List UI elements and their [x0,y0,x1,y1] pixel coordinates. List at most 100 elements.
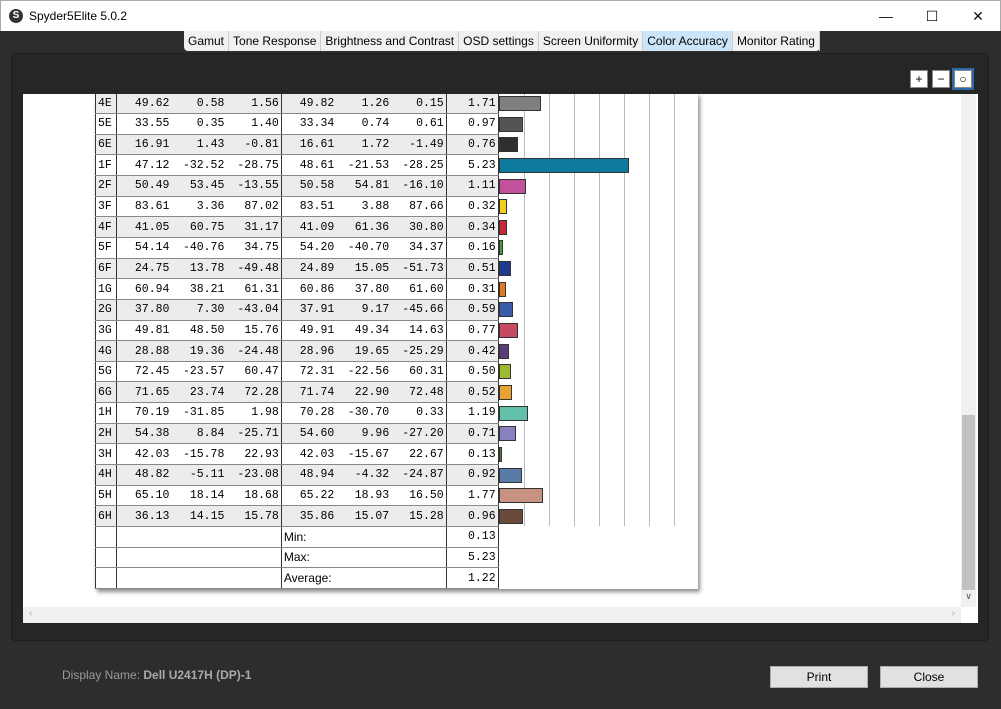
gridline [623,196,625,217]
delta-e: 1.19 [446,402,499,424]
patch-id: 2F [95,175,117,197]
horizontal-scrollbar[interactable]: ‹ › [23,607,961,623]
zoom-fit-icon[interactable]: ○ [952,68,974,90]
tab-gamut[interactable]: Gamut [184,31,230,51]
gridline [573,299,575,321]
measured-L: 83.51 [281,196,337,218]
gridline [623,216,625,238]
tab-brightness-and-contrast[interactable]: Brightness and Contrast [321,31,460,51]
measured-L: 65.22 [281,485,337,507]
print-button[interactable]: Print [770,666,868,688]
measured-b: 0.33 [391,402,447,424]
table-row: 1F 47.12 -32.52 -28.75 48.61 -21.53 -28.25 5.23 [95,154,698,177]
gridline [673,505,675,527]
tab-color-accuracy[interactable]: Color Accuracy [643,31,733,51]
summary-label: Min: [281,526,447,548]
measured-b: 0.15 [391,94,447,115]
minimize-button[interactable]: — [863,1,909,32]
measured-L: 24.89 [281,258,337,280]
gridline [673,443,675,465]
tab-tone-response[interactable]: Tone Response [229,31,322,51]
delta-e: 0.52 [446,381,499,404]
delta-e: 1.11 [446,175,499,197]
gridline [523,299,525,321]
de-bar [498,219,508,235]
de-bar-cell [498,113,698,135]
gridline [548,402,550,424]
reference-a: 0.58 [171,94,227,115]
gridline [648,423,650,444]
gridline [548,443,550,465]
table-row: 6G 71.65 23.74 72.28 71.74 22.90 72.48 0.52 [95,381,698,404]
measured-L: 49.82 [281,94,337,115]
reference-a: -15.78 [171,443,227,466]
reference-b: -24.48 [226,340,282,362]
gridline [573,196,575,217]
gridline [573,381,575,403]
gridline [573,134,575,155]
gridline [648,134,650,155]
scroll-down-icon[interactable]: ∨ [961,591,976,607]
gridline [573,505,575,527]
gridline [598,381,600,403]
gridline [598,113,600,135]
tab-osd-settings[interactable]: OSD settings [459,31,539,51]
patch-id: 2H [95,423,117,445]
delta-e: 0.92 [446,464,499,486]
reference-b: 15.76 [226,320,282,342]
measured-L: 54.20 [281,237,337,259]
table-row: 3G 49.81 48.50 15.76 49.91 49.34 14.63 0.77 [95,320,698,342]
gridline [598,402,600,424]
measured-L: 48.94 [281,464,337,486]
gridline [523,196,525,217]
gridline [573,320,575,341]
reference-b: 1.56 [226,94,282,115]
delta-e: 0.42 [446,340,499,362]
measured-L: 41.09 [281,216,337,238]
table-row: 4G 28.88 19.36 -24.48 28.96 19.65 -25.29 0.42 [95,340,698,362]
display-name-value: Dell U2417H (DP)-1 [143,668,252,682]
measured-a: 61.36 [336,216,392,238]
gridline [623,299,625,321]
reference-L: 42.03 [116,443,172,466]
table-row: 2H 54.38 8.84 -25.71 54.60 9.96 -27.20 0.71 [95,423,698,445]
empty-cell [116,526,282,548]
reference-a: 18.14 [171,485,227,507]
delta-e: 0.76 [446,134,499,156]
measured-b: 61.60 [391,278,447,300]
vertical-scrollbar[interactable]: ∨ [961,94,976,607]
scroll-right-icon[interactable]: › [952,608,955,619]
zoom-out-icon[interactable]: − [932,70,950,88]
tab-monitor-rating[interactable]: Monitor Rating [733,31,820,51]
measured-L: 60.86 [281,278,337,300]
close-button[interactable]: Close [880,666,978,688]
vertical-scrollbar-thumb[interactable] [962,415,975,590]
reference-a: -5.11 [171,464,227,486]
scroll-left-icon[interactable]: ‹ [29,608,32,619]
patch-id: 4G [95,340,117,362]
reference-a: 60.75 [171,216,227,238]
measured-b: -27.20 [391,423,447,445]
maximize-button[interactable]: ☐ [909,1,955,32]
window-close-button[interactable]: ✕ [955,1,1001,32]
zoom-in-icon[interactable]: + [910,70,928,88]
measured-L: 42.03 [281,443,337,466]
reference-a: 48.50 [171,320,227,342]
gridline [673,278,675,300]
tab-screen-uniformity[interactable]: Screen Uniformity [539,31,644,51]
gridline [623,464,625,486]
gridline [598,299,600,321]
reference-b: 87.02 [226,196,282,218]
gridline [598,505,600,527]
de-bar-cell [498,361,698,382]
gridline [598,320,600,341]
reference-a: 23.74 [171,381,227,404]
gridline [673,402,675,424]
patch-id: 1F [95,154,117,177]
de-bar-cell [498,443,698,465]
gridline [523,237,525,259]
measured-b: 22.67 [391,443,447,466]
reference-L: 48.82 [116,464,172,486]
reference-L: 60.94 [116,278,172,300]
de-bar [498,508,523,524]
